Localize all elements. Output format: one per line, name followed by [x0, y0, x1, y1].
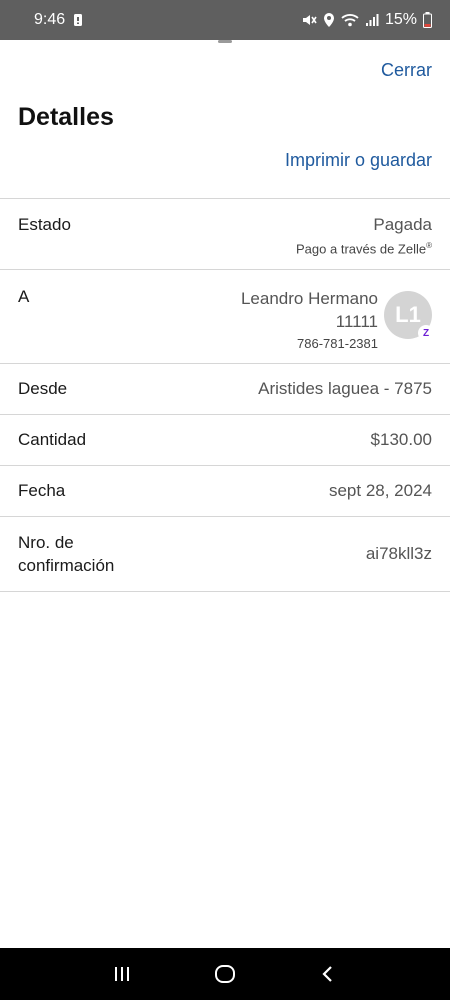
amount-value: $130.00	[370, 430, 432, 449]
details-list: Estado Pagada Pago a través de Zelle® A …	[0, 198, 450, 592]
back-icon[interactable]	[308, 954, 348, 994]
status-bar: 9:46 15%	[0, 0, 450, 40]
status-time: 9:46	[34, 11, 66, 28]
recipient-avatar-wrap: L1 Z	[384, 291, 434, 341]
status-right: 15%	[301, 11, 432, 29]
recipient-number: 11111	[335, 312, 378, 331]
recipient-label: A	[18, 287, 30, 306]
recipient-row: A Leandro Hermano 11111 786-781-2381 L1 …	[0, 270, 450, 364]
from-value: Aristides laguea - 7875	[258, 379, 432, 398]
page-title: Detalles	[18, 103, 114, 131]
mute-icon	[301, 12, 317, 28]
amount-label: Cantidad	[18, 430, 87, 449]
battery-low-icon	[423, 12, 432, 28]
from-label: Desde	[18, 379, 68, 398]
status-row: Estado Pagada Pago a través de Zelle®	[0, 199, 450, 270]
confirmation-value: ai78kll3z	[365, 544, 432, 563]
home-icon[interactable]	[205, 954, 245, 994]
location-icon	[323, 12, 335, 28]
signal-icon	[365, 13, 379, 27]
recipient-text: Leandro Hermano 11111 786-781-2381	[241, 287, 378, 363]
from-row: Desde Aristides laguea - 7875	[0, 364, 450, 415]
status-label: Estado	[18, 215, 71, 234]
date-row: Fecha sept 28, 2024	[0, 466, 450, 517]
close-button[interactable]: Cerrar	[381, 60, 432, 81]
registered-mark: ®	[426, 241, 432, 250]
print-or-save-button[interactable]: Imprimir o guardar	[285, 150, 432, 171]
sheet-drag-handle[interactable]	[218, 40, 232, 43]
recipient-name: Leandro Hermano	[240, 289, 378, 308]
system-navigation-bar	[0, 948, 450, 1000]
wifi-icon	[341, 13, 359, 27]
battery-percentage: 15%	[384, 11, 417, 28]
confirmation-row: Nro. de confirmación ai78kll3z	[0, 517, 450, 592]
status-left: 9:46	[34, 11, 83, 29]
date-value: sept 28, 2024	[328, 481, 432, 500]
payment-method-text: Pago a través de Zelle	[296, 241, 427, 257]
status-value-group: Pagada Pago a través de Zelle®	[296, 215, 432, 269]
status-payment-method: Pago a través de Zelle®	[296, 241, 432, 256]
confirmation-label: Nro. de confirmación	[18, 533, 115, 575]
status-value: Pagada	[373, 215, 432, 234]
recipient-info: Leandro Hermano 11111 786-781-2381 L1 Z	[241, 287, 434, 363]
date-label: Fecha	[18, 481, 66, 500]
zelle-badge-icon: Z	[418, 325, 434, 341]
notification-icon	[73, 13, 83, 27]
recipient-phone: 786-781-2381	[297, 336, 378, 351]
amount-row: Cantidad $130.00	[0, 415, 450, 466]
details-sheet: Cerrar Detalles Imprimir o guardar Estad…	[0, 40, 450, 948]
recent-apps-icon[interactable]	[102, 954, 142, 994]
